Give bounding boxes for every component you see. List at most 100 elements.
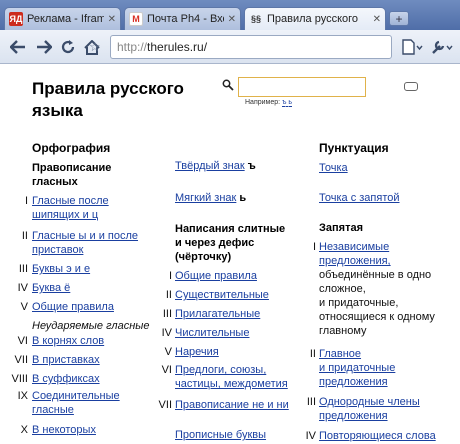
list-item[interactable]: Предлоги, союзы, частицы, междометия — [175, 363, 288, 391]
semicolon-link[interactable]: Точка с запятой — [319, 192, 400, 204]
item-number: VI — [161, 364, 172, 376]
close-icon[interactable]: ✕ — [373, 14, 381, 25]
rule-link[interactable]: Независимые — [319, 241, 389, 253]
rule-text: относящиеся к одному — [319, 311, 435, 323]
rule-link[interactable]: Буквы э и е — [32, 263, 90, 275]
page-menu-button[interactable] — [398, 37, 426, 57]
rule-link[interactable]: Гласные после — [32, 195, 109, 207]
rule-link[interactable]: Существительные — [175, 289, 269, 301]
rule-link[interactable]: Буква ё — [32, 282, 70, 294]
tab-advertising[interactable]: ЯД Реклама - Ifram… ✕ — [4, 7, 121, 30]
rule-link[interactable]: частицы, междометия — [175, 378, 288, 390]
rule-link[interactable]: приставок — [32, 244, 83, 256]
item-number: VII — [158, 399, 172, 411]
rule-link[interactable]: В корнях слов — [32, 335, 104, 347]
tab-mail[interactable]: M Почта Ph4 - Вхо… ✕ — [124, 7, 241, 30]
rule-link[interactable]: гласные — [32, 404, 74, 416]
list-item[interactable]: Соединительные гласные — [32, 389, 120, 417]
rule-link[interactable]: шипящих и ц — [32, 209, 98, 221]
rule-link[interactable]: Прилагательные — [175, 308, 260, 320]
list-item[interactable]: Однородные члены предложения — [319, 395, 420, 423]
period-link[interactable]: Точка — [319, 162, 348, 174]
rule-link[interactable]: предложения, — [319, 255, 391, 267]
list-item[interactable]: Гласные после шипящих и ц — [32, 194, 109, 222]
reload-icon — [61, 40, 75, 54]
rule-link[interactable]: Числительные — [175, 327, 249, 339]
rule-link[interactable]: Гласные ы и и после — [32, 230, 138, 242]
rule-link[interactable]: и придаточные — [319, 362, 395, 374]
new-tab-button[interactable]: + — [389, 11, 409, 26]
subheading-line: Написания слитные — [175, 223, 286, 235]
address-bar[interactable]: ☆ http://therules.ru/ — [89, 35, 392, 59]
subheading-line: Правописание — [32, 162, 112, 174]
item-number: V — [164, 346, 172, 358]
soft-sign-link[interactable]: Мягкий знак — [175, 192, 236, 204]
punctuation-heading: Пунктуация — [319, 141, 389, 155]
rule-link[interactable]: Однородные члены — [319, 396, 420, 408]
vowels-subheading: Правописание гласных — [32, 161, 111, 189]
tab-rules[interactable]: §§ Правила русского ✕ — [244, 7, 386, 30]
url-host: therules.ru/ — [147, 40, 208, 54]
rule-link[interactable]: Предлоги, союзы, — [175, 364, 266, 376]
rule-link[interactable]: Общие правила — [175, 270, 257, 282]
rule-link[interactable]: Соединительные — [32, 390, 120, 402]
list-item[interactable]: В некоторых — [32, 423, 96, 437]
page-content: Правила русского языка Например: ъ ь Орфо… — [0, 64, 460, 444]
list-item[interactable]: Буквы э и е — [32, 262, 90, 276]
list-item[interactable]: Точка — [319, 161, 348, 175]
rule-link[interactable]: предложения — [319, 410, 388, 422]
rule-link[interactable]: В некоторых — [32, 424, 96, 436]
rule-text: главному — [319, 325, 367, 337]
item-number: I — [168, 270, 172, 282]
list-item[interactable]: Буква ё — [32, 281, 70, 295]
soft-sign-item[interactable]: Мягкий знак ь — [175, 191, 246, 205]
list-item[interactable]: Числительные — [175, 326, 249, 340]
rule-link[interactable]: предложения — [319, 376, 388, 388]
bookmark-star-icon[interactable]: ☆ — [89, 39, 101, 55]
forward-arrow-icon — [37, 40, 52, 54]
reload-button[interactable] — [58, 37, 78, 57]
tools-menu-button[interactable] — [428, 37, 456, 57]
list-item[interactable]: Повторяющиеся слова — [319, 429, 436, 443]
example-value[interactable]: ъ ь — [282, 99, 293, 107]
rule-text: и придаточные, — [319, 297, 399, 309]
list-item[interactable]: В приставках — [32, 353, 100, 367]
rule-link[interactable]: Повторяющиеся слова — [319, 430, 436, 442]
list-item[interactable]: Наречия — [175, 345, 219, 359]
list-item[interactable]: В корнях слов — [32, 334, 104, 348]
list-item[interactable]: Точка с запятой — [319, 191, 400, 205]
rule-link[interactable]: В приставках — [32, 354, 100, 366]
list-item[interactable]: Прописные буквы — [175, 428, 266, 442]
list-item[interactable]: Главное и придаточные предложения — [319, 347, 395, 389]
hard-sign-link[interactable]: Твёрдый знак — [175, 160, 245, 172]
list-item[interactable]: Прилагательные — [175, 307, 260, 321]
list-item[interactable]: Правописание не и ни — [175, 398, 289, 412]
close-icon[interactable]: ✕ — [108, 14, 116, 25]
close-icon[interactable]: ✕ — [228, 14, 236, 25]
item-number: III — [162, 308, 172, 320]
list-item[interactable]: В суффиксах — [32, 372, 100, 386]
list-item[interactable]: Гласные ы и и после приставок — [32, 229, 138, 257]
example-label: Например: — [245, 99, 281, 106]
list-item[interactable]: Общие правила — [32, 300, 114, 314]
list-item[interactable]: Существительные — [175, 288, 269, 302]
back-button[interactable] — [8, 37, 28, 57]
item-number: VI — [17, 335, 28, 347]
rule-link[interactable]: Наречия — [175, 346, 219, 358]
hard-sign-item[interactable]: Твёрдый знак ъ — [175, 159, 256, 173]
item-number: IV — [161, 327, 172, 339]
list-item[interactable]: Общие правила — [175, 269, 257, 283]
item-number: II — [21, 230, 28, 242]
keyboard-icon[interactable] — [404, 82, 418, 91]
orthography-heading: Орфография — [32, 141, 111, 155]
search-input[interactable] — [238, 77, 366, 97]
subheading-line: гласных — [32, 176, 78, 188]
list-item[interactable]: Независимые предложения, объединённые в … — [319, 240, 444, 338]
rule-link[interactable]: Правописание не и ни — [175, 399, 289, 411]
wrench-icon — [432, 40, 453, 54]
rule-link[interactable]: В суффиксах — [32, 373, 100, 385]
rule-link[interactable]: Общие правила — [32, 301, 114, 313]
capital-letters-link[interactable]: Прописные буквы — [175, 429, 266, 441]
forward-button[interactable] — [34, 37, 54, 57]
rule-link[interactable]: Главное — [319, 348, 361, 360]
